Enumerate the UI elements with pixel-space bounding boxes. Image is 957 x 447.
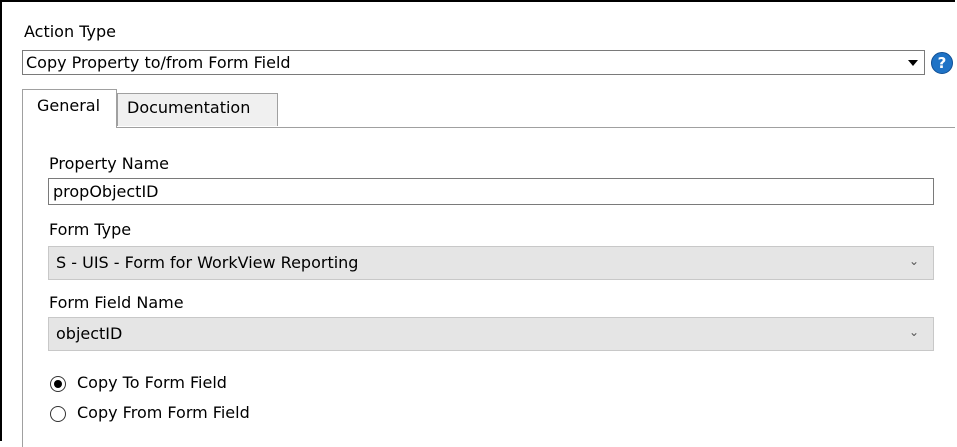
chevron-down-icon: ⌄ <box>908 325 919 339</box>
copy-to-form-field-radio[interactable] <box>50 376 66 392</box>
form-field-name-select[interactable]: objectID ⌄ <box>48 317 934 351</box>
copy-from-form-field-radio[interactable] <box>50 406 66 422</box>
chevron-down-icon: ⌄ <box>908 254 919 268</box>
form-type-select[interactable]: S - UIS - Form for WorkView Reporting ⌄ <box>48 246 934 280</box>
form-field-name-value: objectID <box>56 324 123 343</box>
tab-general[interactable]: General <box>22 89 117 128</box>
tab-documentation[interactable]: Documentation <box>117 93 278 126</box>
action-type-label: Action Type <box>24 22 116 41</box>
form-type-label: Form Type <box>49 220 132 239</box>
form-type-value: S - UIS - Form for WorkView Reporting <box>56 253 359 272</box>
general-tab-panel <box>22 127 955 447</box>
dropdown-arrow-icon <box>908 60 918 66</box>
action-type-dropdown[interactable]: Copy Property to/from Form Field <box>22 50 925 75</box>
action-type-value: Copy Property to/from Form Field <box>26 53 291 72</box>
property-name-input[interactable] <box>48 178 934 205</box>
help-icon[interactable]: ? <box>931 52 953 74</box>
copy-from-form-field-label[interactable]: Copy From Form Field <box>77 403 250 423</box>
copy-to-form-field-label[interactable]: Copy To Form Field <box>77 373 227 393</box>
form-field-name-label: Form Field Name <box>49 293 184 312</box>
property-name-label: Property Name <box>49 154 169 173</box>
action-panel: Action Type Copy Property to/from Form F… <box>0 0 955 447</box>
